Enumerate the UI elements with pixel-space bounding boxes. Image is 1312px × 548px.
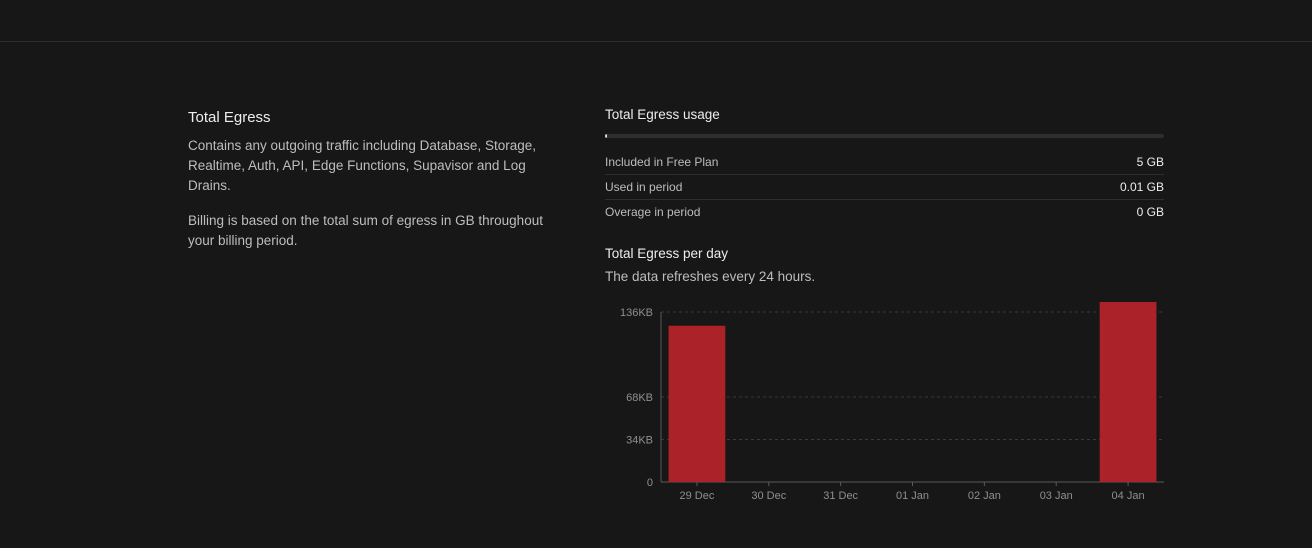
usage-row-included: Included in Free Plan 5 GB	[605, 150, 1164, 175]
y-tick-label: 34KB	[626, 435, 653, 447]
egress-usage-panel: Total Egress usage Included in Free Plan…	[605, 106, 1164, 286]
chart-svg: 0 34KB 68KB 136KB 29 Dec 30 Dec 31 Dec 01 Jan 02…	[620, 302, 1164, 502]
x-tick-label: 31 Dec	[823, 490, 858, 502]
usage-row-used: Used in period 0.01 GB	[605, 175, 1164, 200]
usage-title: Total Egress usage	[605, 107, 720, 122]
section-title: Total Egress	[188, 109, 271, 126]
usage-table: Included in Free Plan 5 GB Used in perio…	[605, 150, 1164, 224]
header-divider	[0, 41, 1312, 42]
usage-value: 0.01 GB	[1119, 180, 1164, 194]
usage-label: Used in period	[605, 180, 683, 194]
usage-value: 0 GB	[1136, 205, 1164, 219]
x-tick-label: 03 Jan	[1040, 490, 1073, 502]
egress-info-panel: Total Egress Contains any outgoing traff…	[188, 108, 558, 266]
x-tick-label: 01 Jan	[896, 490, 929, 502]
x-tick-label: 30 Dec	[751, 490, 786, 502]
usage-label: Overage in period	[605, 205, 701, 219]
x-tick-label: 04 Jan	[1112, 490, 1145, 502]
usage-progress-fill	[605, 134, 607, 138]
y-tick-label: 68KB	[626, 392, 653, 404]
per-day-description: The data refreshes every 24 hours.	[605, 269, 816, 284]
y-tick-label: 136KB	[620, 307, 653, 319]
usage-row-overage: Overage in period 0 GB	[605, 200, 1164, 224]
section-description: Contains any outgoing traffic including …	[188, 138, 536, 193]
billing-note: Billing is based on the total sum of egr…	[188, 213, 543, 248]
y-tick-label: 0	[647, 477, 653, 489]
egress-per-day-chart: 0 34KB 68KB 136KB 29 Dec 30 Dec 31 Dec 01 Jan 02…	[600, 300, 1180, 510]
x-tick-label: 02 Jan	[968, 490, 1001, 502]
usage-progress-bar	[605, 134, 1164, 138]
bar	[668, 325, 726, 482]
bar	[1099, 302, 1157, 482]
per-day-title: Total Egress per day	[605, 246, 729, 261]
usage-value: 5 GB	[1136, 155, 1164, 169]
x-tick-label: 29 Dec	[679, 490, 714, 502]
usage-label: Included in Free Plan	[605, 155, 719, 169]
